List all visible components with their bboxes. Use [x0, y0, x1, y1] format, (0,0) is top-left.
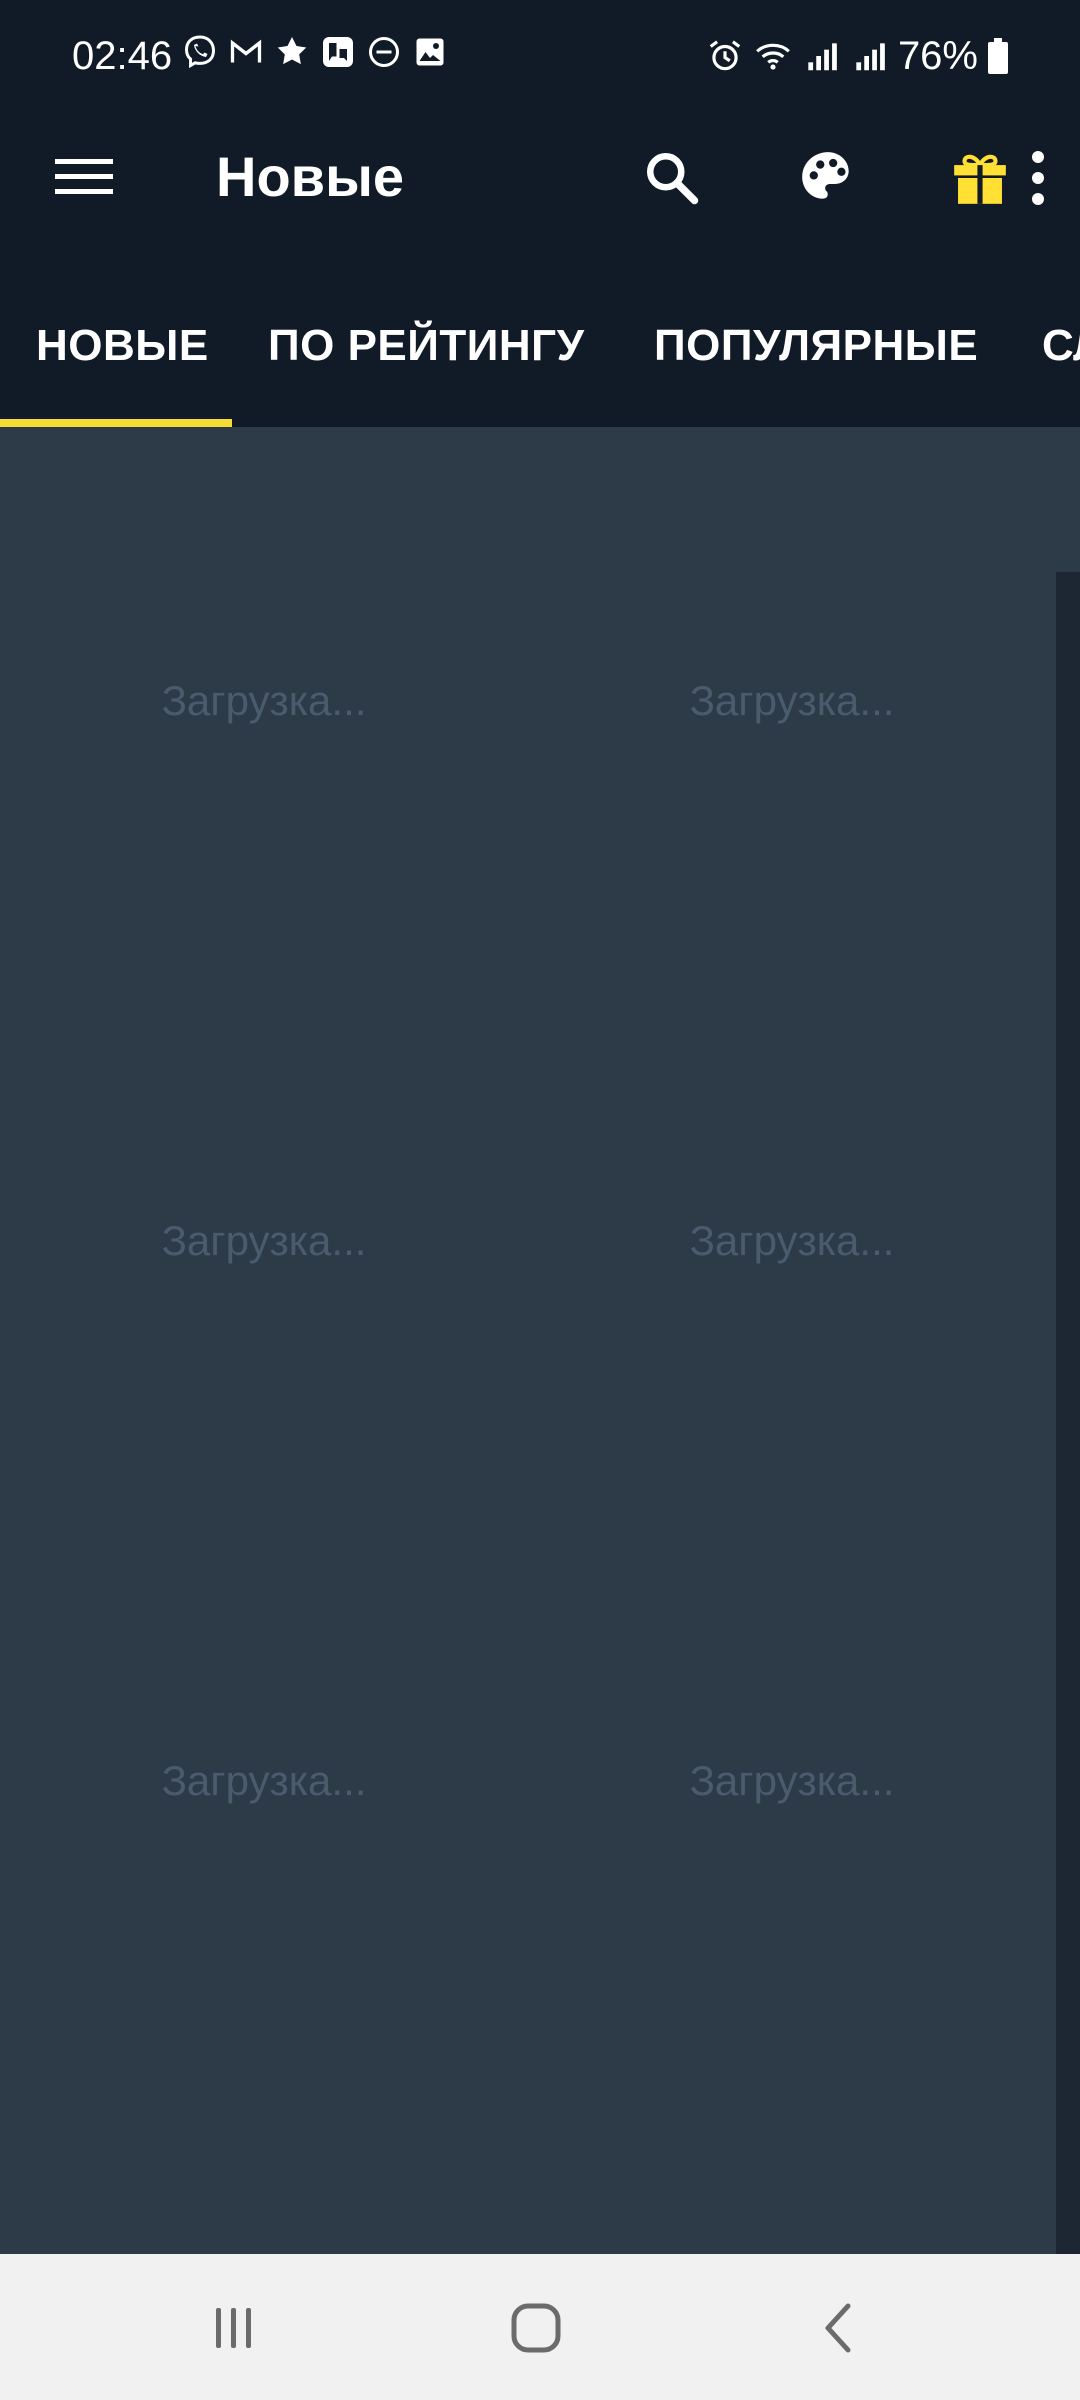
- page-title: Новые: [216, 145, 405, 208]
- status-time: 02:46: [72, 34, 173, 78]
- app-bar: Новые: [0, 112, 1080, 242]
- battery-percent: 76%: [897, 34, 978, 78]
- palette-icon: [802, 152, 849, 199]
- hamburger-menu-icon: [55, 159, 113, 194]
- grid-item[interactable]: Загрузка...: [0, 1507, 528, 2047]
- system-nav-bar: [0, 2254, 1080, 2400]
- signal-icon: [856, 43, 885, 71]
- loading-text: Загрузка...: [689, 677, 895, 724]
- next-page-edge-top: [1056, 427, 1080, 572]
- signal-icon: [808, 43, 837, 71]
- back-icon: [825, 2303, 851, 2353]
- home-icon: [511, 2303, 561, 2353]
- wifi-icon: [756, 43, 790, 70]
- next-page-edge: [1056, 427, 1080, 2254]
- messenger-icon: [323, 37, 353, 67]
- battery-icon: [988, 38, 1008, 74]
- tab-indicator: [0, 419, 232, 427]
- image-icon: [416, 38, 444, 66]
- system-status-icons: 76%: [706, 30, 1008, 82]
- content-grid[interactable]: Загрузка... Загрузка... Загрузка... Загр…: [0, 427, 1056, 2254]
- star-badge-icon: [277, 37, 307, 65]
- search-button[interactable]: [630, 136, 714, 220]
- recent-apps-icon: [216, 2308, 251, 2348]
- status-bar: 02:46 76%: [0, 0, 1080, 112]
- loading-text: Загрузка...: [161, 1217, 367, 1264]
- loading-text: Загрузка...: [689, 1217, 895, 1264]
- viber-icon: [184, 35, 216, 69]
- loading-text: Загрузка...: [161, 677, 367, 724]
- grid-item[interactable]: Загрузка...: [0, 967, 528, 1507]
- grid-item[interactable]: Загрузка...: [528, 1507, 1056, 2047]
- loading-text: Загрузка...: [689, 1757, 895, 1804]
- search-icon: [647, 153, 699, 205]
- alarm-icon: [709, 40, 741, 71]
- tab-new[interactable]: НОВЫЕ: [36, 318, 209, 374]
- grid-item[interactable]: Загрузка...: [0, 427, 528, 967]
- home-button[interactable]: [476, 2280, 596, 2376]
- gift-icon: [954, 154, 1006, 204]
- gmail-icon: [230, 39, 262, 63]
- back-button[interactable]: [778, 2280, 898, 2376]
- grid-item[interactable]: Загрузка...: [528, 967, 1056, 1507]
- tab-popular[interactable]: ПОПУЛЯРНЫЕ: [654, 318, 978, 374]
- menu-button[interactable]: [44, 142, 124, 212]
- more-options-button[interactable]: [1014, 136, 1062, 220]
- do-not-disturb-icon: [369, 37, 399, 67]
- grid-item[interactable]: Загрузка...: [528, 427, 1056, 967]
- recent-apps-button[interactable]: [174, 2280, 294, 2376]
- tab-bar: НОВЫЕ ПО РЕЙТИНГУ ПОПУЛЯРНЫЕ СЛ: [0, 242, 1080, 427]
- tab-next[interactable]: СЛ: [1042, 318, 1080, 374]
- more-vert-icon: [1032, 151, 1044, 205]
- theme-button[interactable]: [786, 136, 870, 220]
- notification-icons: [182, 34, 448, 70]
- loading-text: Загрузка...: [161, 1757, 367, 1804]
- tab-by-rating[interactable]: ПО РЕЙТИНГУ: [268, 318, 585, 374]
- gift-button[interactable]: [938, 136, 1022, 220]
